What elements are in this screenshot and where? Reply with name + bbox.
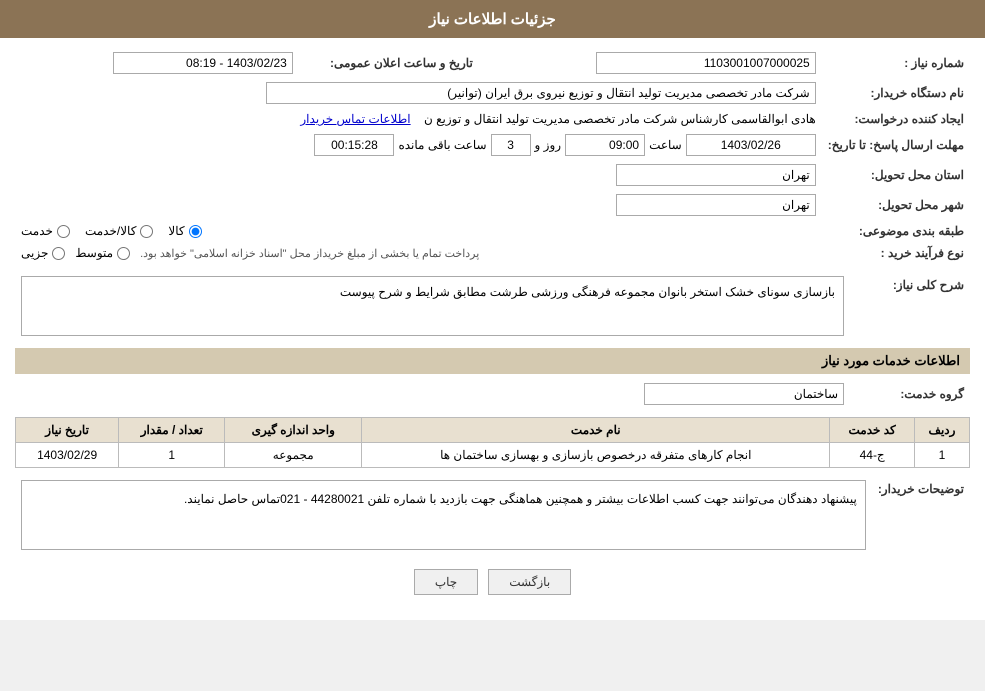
process-option-jozi[interactable]: جزیی: [21, 246, 65, 260]
row-send-date: مهلت ارسال پاسخ: تا تاریخ: 1403/02/26 سا…: [15, 130, 970, 160]
row-service-name: انجام کارهای متفرقه درخصوص بازسازی و بهس…: [362, 443, 830, 468]
col-unit: واحد اندازه گیری: [225, 418, 362, 443]
need-number-label: شماره نیاز :: [822, 48, 970, 78]
row-service-group: گروه خدمت: ساختمان: [15, 379, 970, 409]
row-buyer-notes: توضیحات خریدار: پیشنهاد دهندگان می‌توانن…: [15, 476, 970, 554]
process-label: نوع فرآیند خرید :: [822, 242, 970, 264]
announce-date-label: تاریخ و ساعت اعلان عمومی:: [299, 48, 479, 78]
content-area: شماره نیاز : 1103001007000025 تاریخ و سا…: [0, 38, 985, 620]
category-kala-khidmat-label: کالا/خدمت: [85, 224, 136, 238]
remaining-value: 00:15:28: [314, 134, 394, 156]
row-need-number: شماره نیاز : 1103001007000025 تاریخ و سا…: [15, 48, 970, 78]
process-motavaset-radio[interactable]: [117, 247, 130, 260]
province-value: تهران: [616, 164, 816, 186]
creator-value: هادی ابوالقاسمی کارشناس شرکت مادر تخصصی …: [424, 112, 816, 126]
main-container: جزئیات اطلاعات نیاز شماره نیاز : 1103001…: [0, 0, 985, 620]
buyer-org-value: شرکت مادر تخصصی مدیریت تولید انتقال و تو…: [266, 82, 816, 104]
services-table: ردیف کد خدمت نام خدمت واحد اندازه گیری ت…: [15, 417, 970, 468]
send-days-value: 3: [491, 134, 531, 156]
province-label: استان محل تحویل:: [822, 160, 970, 190]
category-kala-radio[interactable]: [189, 225, 202, 238]
services-section-title: اطلاعات خدمات مورد نیاز: [15, 348, 970, 374]
city-value: تهران: [616, 194, 816, 216]
page-title: جزئیات اطلاعات نیاز: [429, 11, 556, 28]
row-number: 1: [914, 443, 969, 468]
process-option-motavaset[interactable]: متوسط: [75, 246, 130, 260]
col-count: تعداد / مقدار: [119, 418, 225, 443]
send-time-label: ساعت: [649, 138, 682, 152]
services-table-header: ردیف کد خدمت نام خدمت واحد اندازه گیری ت…: [16, 418, 970, 443]
need-number-value: 1103001007000025: [596, 52, 816, 74]
category-kala-khidmat-radio[interactable]: [140, 225, 153, 238]
process-note: پرداخت تمام یا بخشی از مبلغ خریداز محل "…: [140, 247, 479, 260]
row-unit: مجموعه: [225, 443, 362, 468]
button-row: بازگشت چاپ: [15, 569, 970, 595]
buyer-org-label: نام دستگاه خریدار:: [822, 78, 970, 108]
row-category: طبقه بندی موضوعی: خدمت کالا/خدمت کالا: [15, 220, 970, 242]
service-group-table: گروه خدمت: ساختمان: [15, 379, 970, 409]
service-group-value: ساختمان: [644, 383, 844, 405]
send-days-label: روز و: [535, 138, 562, 152]
services-header-row: ردیف کد خدمت نام خدمت واحد اندازه گیری ت…: [16, 418, 970, 443]
services-table-body: 1 ج-44 انجام کارهای متفرقه درخصوص بازساز…: [16, 443, 970, 468]
creator-label: ایجاد کننده درخواست:: [822, 108, 970, 130]
row-description: شرح کلی نیاز: بازسازی سونای خشک استخر با…: [15, 272, 970, 340]
print-button[interactable]: چاپ: [414, 569, 478, 595]
back-button[interactable]: بازگشت: [488, 569, 571, 595]
send-date-value: 1403/02/26: [686, 134, 816, 156]
col-code: کد خدمت: [830, 418, 915, 443]
row-count: 1: [119, 443, 225, 468]
info-table: شماره نیاز : 1103001007000025 تاریخ و سا…: [15, 48, 970, 264]
process-motavaset-label: متوسط: [75, 246, 113, 260]
process-jozi-label: جزیی: [21, 246, 48, 260]
description-section: شرح کلی نیاز: بازسازی سونای خشک استخر با…: [15, 272, 970, 340]
process-jozi-radio[interactable]: [52, 247, 65, 260]
process-type-row: جزیی متوسط پرداخت تمام یا بخشی از مبلغ خ…: [21, 246, 816, 260]
category-option-kala-khidmat[interactable]: کالا/خدمت: [85, 224, 153, 238]
col-name: نام خدمت: [362, 418, 830, 443]
category-kala-label: کالا: [168, 224, 184, 238]
row-process: نوع فرآیند خرید : جزیی متوسط پرداخت تمام…: [15, 242, 970, 264]
buyer-notes-table: توضیحات خریدار: پیشنهاد دهندگان می‌توانن…: [15, 476, 970, 554]
table-row: 1 ج-44 انجام کارهای متفرقه درخصوص بازساز…: [16, 443, 970, 468]
category-option-khidmat[interactable]: خدمت: [21, 224, 70, 238]
city-label: شهر محل تحویل:: [822, 190, 970, 220]
announce-date-value: 1403/02/23 - 08:19: [113, 52, 293, 74]
row-buyer-org: نام دستگاه خریدار: شرکت مادر تخصصی مدیری…: [15, 78, 970, 108]
description-value: بازسازی سونای خشک استخر بانوان مجموعه فر…: [21, 276, 844, 336]
category-label: طبقه بندی موضوعی:: [822, 220, 970, 242]
category-khidmat-radio[interactable]: [57, 225, 70, 238]
description-label: شرح کلی نیاز:: [850, 272, 970, 340]
col-date: تاریخ نیاز: [16, 418, 119, 443]
row-creator: ایجاد کننده درخواست: هادی ابوالقاسمی کار…: [15, 108, 970, 130]
row-code: ج-44: [830, 443, 915, 468]
category-khidmat-label: خدمت: [21, 224, 53, 238]
send-time-value: 09:00: [565, 134, 645, 156]
row-city: شهر محل تحویل: تهران: [15, 190, 970, 220]
page-header: جزئیات اطلاعات نیاز: [0, 0, 985, 38]
row-need-date: 1403/02/29: [16, 443, 119, 468]
row-province: استان محل تحویل: تهران: [15, 160, 970, 190]
send-date-label: مهلت ارسال پاسخ: تا تاریخ:: [822, 130, 970, 160]
creator-link[interactable]: اطلاعات تماس خریدار: [300, 112, 410, 126]
service-group-label: گروه خدمت:: [850, 379, 970, 409]
col-row: ردیف: [914, 418, 969, 443]
category-option-kala[interactable]: کالا: [168, 224, 201, 238]
category-radio-group: خدمت کالا/خدمت کالا: [21, 224, 816, 238]
buyer-notes-value: پیشنهاد دهندگان می‌توانند جهت کسب اطلاعا…: [21, 480, 866, 550]
buyer-notes-label: توضیحات خریدار:: [872, 476, 970, 554]
remaining-label: ساعت باقی مانده: [398, 138, 486, 152]
